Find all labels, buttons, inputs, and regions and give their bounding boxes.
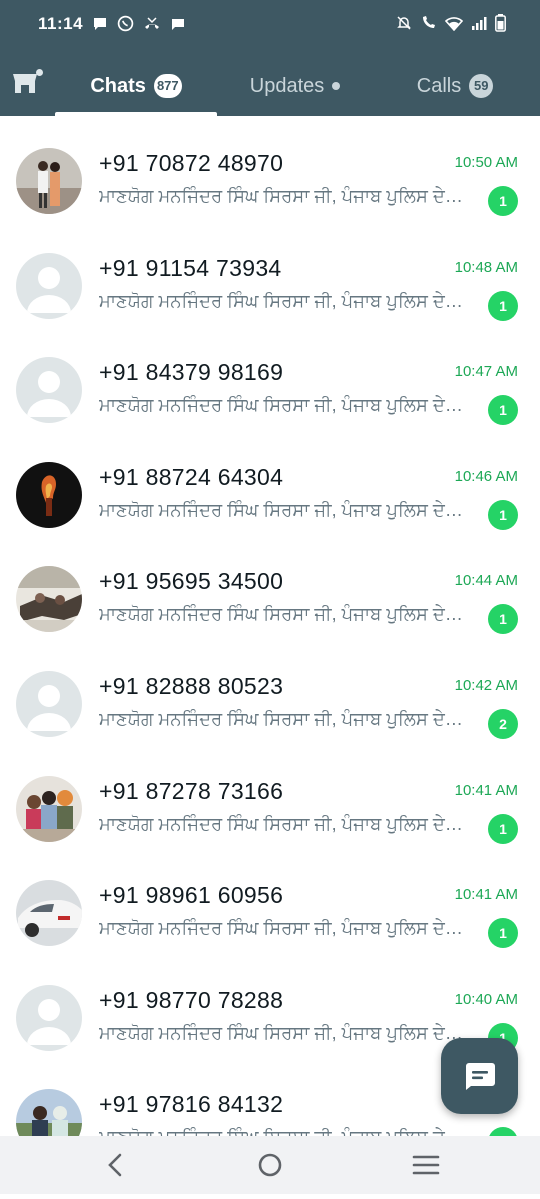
avatar[interactable] (16, 1089, 82, 1136)
message-preview: ਮਾਣਯੋਗ ਮਨਜਿੰਦਰ ਸਿੰਘ ਸਿਰਸਾ ਜੀ, ਪੰਜਾਬ ਪੁਲਿ… (99, 813, 465, 834)
system-nav-bar (0, 1136, 540, 1194)
message-preview: ਮਾਣਯੋਗ ਮਨਜਿੰਦਰ ਸਿੰਘ ਸਿਰਸਾ ਜੀ, ਪੰਜਾਬ ਪੁਲਿ… (99, 186, 465, 206)
tab-calls-label: Calls (416, 74, 462, 97)
chat-row[interactable]: +91 95695 34500 10:44 AM ਮਾਣਯੋਗ ਮਨਜਿੰਦਰ ਸਿ… (0, 534, 540, 639)
contact-name: +91 98961 60956 (99, 882, 284, 909)
app-header: 11:14 Chats 877 Updates Calls 59 (0, 0, 540, 116)
status-bar: 11:14 (0, 0, 540, 50)
chat-row[interactable]: +91 87278 73166 10:41 AM ਮਾਣਯੋਗ ਮਨਜਿੰਦਰ ਸਿ… (0, 744, 540, 849)
avatar[interactable] (16, 252, 82, 319)
unread-count-badge: 1 (488, 290, 518, 321)
message-time: 10:41 AM (454, 886, 518, 904)
contact-name: +91 82888 80523 (99, 672, 284, 699)
avatar[interactable] (16, 461, 82, 528)
unread-count-badge: 2 (488, 708, 518, 739)
unread-count-badge: 1 (488, 604, 518, 635)
battery-icon (495, 14, 506, 32)
back-button[interactable] (84, 1136, 144, 1194)
message-time: 10:48 AM (454, 258, 518, 276)
contact-name: +91 97816 84132 (99, 1091, 284, 1118)
avatar[interactable] (16, 984, 82, 1051)
message-icon (172, 18, 184, 30)
signal-icon (472, 16, 487, 30)
updates-dot (332, 82, 341, 90)
contact-name: +91 88724 64304 (99, 463, 284, 490)
avatar[interactable] (16, 670, 82, 737)
avatar[interactable] (16, 148, 82, 214)
contact-name: +91 87278 73166 (99, 777, 284, 804)
new-chat-button[interactable] (441, 1038, 518, 1114)
chat-row[interactable]: +91 70872 48970 10:50 AM ਮਾਣਯੋਗ ਮਨਜਿੰਦਰ ਸਿ… (0, 116, 540, 221)
unread-count-badge: 1 (488, 499, 518, 530)
chat-bubble-icon (94, 17, 106, 30)
contact-name: +91 84379 98169 (99, 359, 284, 386)
tab-chats-label: Chats (90, 74, 146, 97)
chat-row[interactable]: +91 82888 80523 10:42 AM ਮਾਣਯੋਗ ਮਨਜਿੰਦਰ ਸਿ… (0, 639, 540, 744)
home-icon (258, 1153, 282, 1177)
missed-call-icon (145, 16, 159, 29)
message-time: 10:50 AM (454, 154, 518, 171)
home-button[interactable] (240, 1136, 300, 1194)
tab-updates[interactable]: Updates (230, 56, 360, 116)
avatar[interactable] (16, 566, 82, 633)
tab-chats[interactable]: Chats 877 (55, 56, 217, 116)
unread-count-badge: 1 (488, 918, 518, 949)
store-notification-dot (36, 69, 43, 76)
tab-bar: Chats 877 Updates Calls 59 (0, 56, 540, 116)
wifi-icon (445, 16, 463, 31)
chat-row[interactable]: +91 91154 73934 10:48 AM ਮਾਣਯੋਗ ਮਨਜਿੰਦਰ ਸਿ… (0, 221, 540, 326)
contact-name: +91 98770 78288 (99, 986, 284, 1013)
chat-row[interactable]: +91 84379 98169 10:47 AM ਮਾਣਯੋਗ ਮਨਜਿੰਦਰ ਸਿ… (0, 325, 540, 430)
tab-calls[interactable]: Calls 59 (395, 56, 515, 116)
chat-list[interactable]: +91 70872 48970 10:50 AM ਮਾਣਯੋਗ ਮਨਜਿੰਦਰ ਸਿ… (0, 116, 540, 1136)
message-time: 10:46 AM (454, 467, 518, 485)
avatar[interactable] (16, 880, 82, 947)
whatsapp-icon (117, 15, 134, 32)
tab-updates-label: Updates (249, 74, 325, 97)
unread-count-badge: 1 (488, 1127, 518, 1136)
new-chat-icon (466, 1063, 495, 1090)
message-time: 10:41 AM (454, 781, 518, 799)
message-preview: ਮਾਣਯੋਗ ਮਨਜਿੰਦਰ ਸਿੰਘ ਸਿਰਸਾ ਜੀ, ਪੰਜਾਬ ਪੁਲਿ… (99, 395, 465, 416)
message-preview: ਮਾਣਯੋਗ ਮਨਜਿੰਦਰ ਸਿੰਘ ਸਿਰਸਾ ਜੀ, ਪੰਜਾਬ ਪੁਲਿ… (99, 290, 465, 311)
message-preview: ਮਾਣਯੋਗ ਮਨਜਿੰਦਰ ਸਿੰਘ ਸਿਰਸਾ ਜੀ, ਪੰਜਾਬ ਪੁਲਿ… (99, 708, 465, 729)
calls-count-badge: 59 (469, 74, 494, 98)
silent-icon (397, 16, 411, 30)
message-preview: ਮਾਣਯੋਗ ਮਨਜਿੰਦਰ ਸਿੰਘ ਸਿਰਸਾ ਜੀ, ਪੰਜਾਬ ਪੁਲਿ… (99, 604, 465, 625)
avatar[interactable] (16, 775, 82, 842)
message-time: 10:42 AM (454, 676, 518, 694)
message-preview: ਮਾਣਯੋਗ ਮਨਜਿੰਦਰ ਸਿੰਘ ਸਿਰਸਾ ਜੀ, ਪੰਜਾਬ ਪੁਲਿ… (99, 918, 465, 939)
contact-name: +91 91154 73934 (99, 254, 282, 281)
message-preview: ਮਾਣਯੋਗ ਮਨਜਿੰਦਰ ਸਿੰਘ ਸਿਰਸਾ ਜੀ, ਪੰਜਾਬ ਪੁਲਿ… (99, 1127, 465, 1136)
notification-icons (92, 15, 186, 32)
chat-row[interactable]: +91 88724 64304 10:46 AM ਮਾਣਯੋਗ ਮਨਜਿੰਦਰ ਸਿ… (0, 430, 540, 535)
status-time: 11:14 (38, 14, 84, 33)
recents-icon (412, 1155, 440, 1175)
message-preview: ਮਾਣਯੋਗ ਮਨਜਿੰਦਰ ਸਿੰਘ ਸਿਰਸਾ ਜੀ, ਪੰਜਾਬ ਪੁਲਿ… (99, 1022, 465, 1043)
contact-name: +91 70872 48970 (99, 150, 284, 176)
message-time: 10:40 AM (454, 990, 518, 1008)
wifi-call-icon (423, 16, 435, 28)
unread-count-badge: 1 (488, 395, 518, 426)
message-time: 10:47 AM (454, 363, 518, 381)
contact-name: +91 95695 34500 (99, 568, 284, 595)
message-time: 10:44 AM (454, 572, 518, 590)
unread-count-badge: 1 (488, 186, 518, 216)
chats-count-badge: 877 (153, 74, 182, 98)
system-icons (396, 14, 506, 32)
recents-button[interactable] (396, 1136, 456, 1194)
chat-row[interactable]: +91 98961 60956 10:41 AM ਮਾਣਯੋਗ ਮਨਜਿੰਦਰ ਸਿ… (0, 848, 540, 953)
message-preview: ਮਾਣਯੋਗ ਮਨਜਿੰਦਰ ਸਿੰਘ ਸਿਰਸਾ ਜੀ, ਪੰਜਾਬ ਪੁਲਿ… (99, 499, 465, 520)
back-icon (108, 1153, 122, 1177)
avatar[interactable] (16, 357, 82, 424)
unread-count-badge: 1 (488, 813, 518, 844)
